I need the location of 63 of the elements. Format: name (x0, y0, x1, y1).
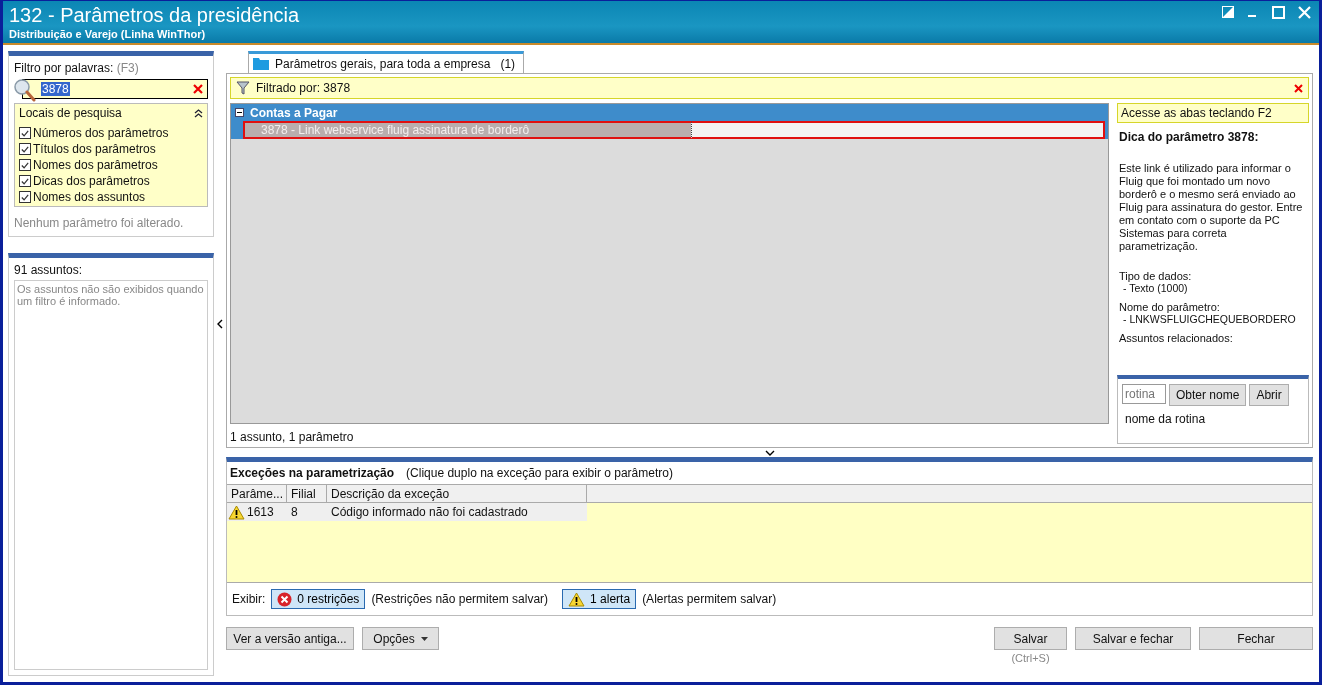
window-title: 132 - Parâmetros da presidência (9, 3, 300, 28)
tree-status: 1 assunto, 1 parâmetro (230, 429, 355, 444)
tip-section-label: Nome do parâmetro: (1119, 301, 1221, 313)
footer-button[interactable]: Salvar (994, 627, 1067, 650)
clear-icon[interactable] (193, 84, 203, 94)
footer-button[interactable]: Salvar e fechar (1075, 627, 1191, 650)
search-location-checkbox[interactable]: Números dos parâmetros (19, 126, 203, 140)
search-locations-title: Locais de pesquisa (19, 106, 122, 120)
column-header[interactable]: Parâme... (227, 485, 287, 502)
search-location-checkbox[interactable]: Títulos dos parâmetros (19, 142, 203, 156)
close-icon[interactable] (1298, 6, 1311, 19)
caret-icon (420, 636, 428, 641)
tip-description: Este link é utilizado para informar o Fluig que foi montado um novo borderô e o mesmo será enviado ao Fluig para assinatura do gestor. Entre em contato com o suporte da PC Sistemas para correta parametrização. (1119, 162, 1304, 253)
subjects-message: Os assuntos não são exibidos quando um filtro é informado. (17, 283, 204, 307)
error-icon (277, 591, 293, 607)
tip-section-value: - Texto (1000) (1122, 282, 1188, 294)
filter-text: Filtrado por: 3878 (256, 81, 351, 95)
collapse-icon[interactable] (194, 108, 203, 118)
shortcut-hint: (Ctrl+S) (1011, 651, 1050, 664)
search-location-checkbox[interactable]: Dicas dos parâmetros (19, 174, 203, 188)
table-cell: 1613 (227, 503, 287, 521)
search-icon (13, 78, 37, 102)
tip-title: Dica do parâmetro 3878: (1119, 130, 1260, 144)
exception-row[interactable]: 1613 8 Código informado não foi cadastrado (227, 503, 587, 521)
filter-toggle-button[interactable]: 0 restrições (271, 589, 366, 609)
routine-button[interactable]: Obter nome (1169, 384, 1247, 406)
folder-icon (253, 57, 269, 70)
filter-toggle-button[interactable]: 1 alerta (562, 589, 637, 609)
search-field[interactable]: 3878 (22, 79, 208, 99)
filter-label: Filtro por palavras: (F3) (14, 61, 140, 75)
toggle-note: (Restrições não permitem salvar) (371, 592, 549, 606)
maximize-icon[interactable] (1272, 6, 1285, 19)
tip-section-label: Assuntos relacionados: (1119, 332, 1234, 344)
tip-section-value: - LNKWSFLUIGCHEQUEBORDERO (1122, 313, 1296, 325)
show-label: Exibir: (232, 592, 266, 606)
warning-icon (568, 591, 586, 607)
search-location-checkbox[interactable]: Nomes dos assuntos (19, 190, 203, 204)
tab[interactable]: Parâmetros gerais, para toda a empresa (1) (248, 51, 525, 73)
exceptions-hint: (Clique duplo na exceção para exibir o parâmetro) (406, 466, 673, 480)
tabs-hint: Acesse as abas teclando F2 (1117, 103, 1309, 123)
warning-icon (228, 504, 245, 520)
subjects-count: 91 assuntos: (14, 263, 84, 277)
footer-button[interactable]: Ver a versão antiga... (226, 627, 354, 650)
funnel-icon (236, 81, 250, 95)
toggle-note: (Alertas permitem salvar) (642, 592, 777, 606)
tip-section-label: Tipo de dados: (1119, 270, 1193, 282)
table-cell-text: 8 (290, 504, 299, 521)
tree-group[interactable]: Contas a Pagar (231, 104, 1108, 121)
restore-icon[interactable] (1222, 6, 1234, 18)
routine-name: nome da rotina (1124, 411, 1207, 428)
window-subtitle: Distribuição e Varejo (Linha WinThor) (9, 28, 207, 41)
column-header[interactable]: Descrição da exceção (327, 485, 587, 502)
footer-button[interactable]: Opções (362, 627, 439, 650)
change-status: Nenhum parâmetro foi alterado. (14, 215, 185, 230)
exceptions-title: Exceções na parametrização (230, 466, 395, 480)
column-header[interactable]: Filial (287, 485, 327, 502)
search-location-checkbox[interactable]: Nomes dos parâmetros (19, 158, 203, 172)
footer-button[interactable]: Fechar (1199, 627, 1313, 650)
routine-field[interactable]: rotina (1122, 384, 1166, 404)
table-cell-text: Código informado não foi cadastrado (330, 504, 529, 521)
collapse-icon[interactable] (235, 108, 244, 117)
clear-filter-icon[interactable] (1294, 83, 1303, 93)
routine-button[interactable]: Abrir (1249, 384, 1289, 406)
